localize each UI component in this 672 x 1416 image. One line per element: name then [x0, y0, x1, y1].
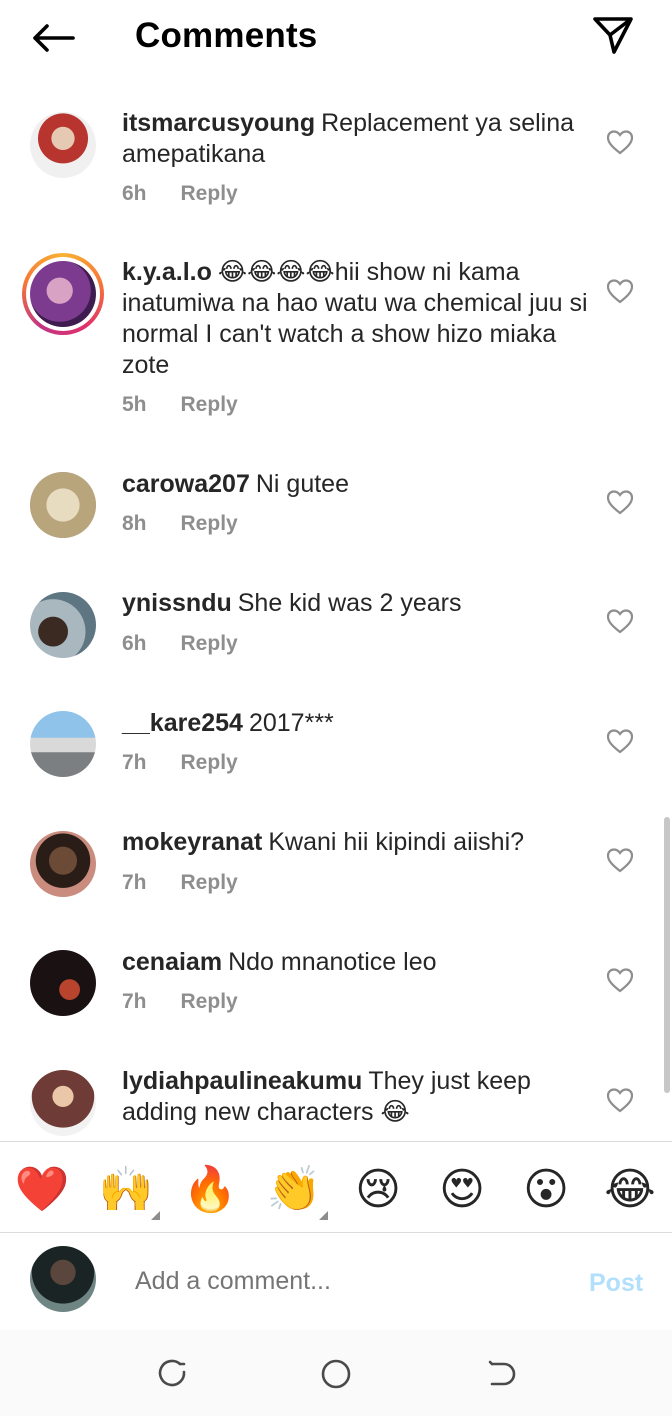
emoji-crying-button[interactable]: 😢 — [350, 1162, 406, 1218]
comment-meta: 6h Reply — [122, 182, 238, 206]
reply-button[interactable]: Reply — [181, 751, 238, 774]
reply-button[interactable]: Reply — [181, 632, 238, 655]
avatar[interactable] — [30, 950, 96, 1016]
emoji-heart-button[interactable]: ❤️ — [14, 1162, 70, 1218]
comment-time: 8h — [122, 512, 147, 535]
avatar[interactable] — [30, 112, 96, 178]
comment-body: Ni gutee — [255, 470, 349, 498]
avatar[interactable] — [30, 592, 96, 658]
heart-icon[interactable] — [605, 277, 635, 305]
comment-username[interactable]: carowa207 — [122, 470, 250, 498]
comment-time: 7h — [122, 871, 147, 894]
recent-apps-icon — [158, 1359, 186, 1387]
skin-tone-indicator-icon — [319, 1211, 328, 1220]
scrollbar[interactable] — [664, 817, 670, 1093]
heart-icon[interactable] — [605, 128, 635, 156]
emoji-reaction-bar: ❤️ 🙌 🔥 👏 😢 😍 😮 😂 — [0, 1141, 672, 1233]
comment-composer: Post — [0, 1234, 672, 1330]
post-button[interactable]: Post — [589, 1269, 643, 1298]
page-title: Comments — [135, 16, 318, 55]
heart-icon[interactable] — [605, 966, 635, 994]
emoji-raised-hands-glyph: 🙌 — [98, 1164, 154, 1215]
reply-button[interactable]: Reply — [181, 393, 238, 416]
reply-button[interactable]: Reply — [181, 990, 238, 1013]
comment-time: 5h — [122, 393, 147, 416]
comment-body: Kwani hii kipindi aiishi? — [268, 828, 525, 856]
comment-text: cenaiam Ndo mnanotice leo — [122, 947, 592, 978]
reply-button[interactable]: Reply — [181, 512, 238, 535]
emoji-clap-glyph: 👏 — [266, 1164, 322, 1215]
paper-plane-icon — [593, 17, 633, 54]
comment-time: 6h — [122, 632, 147, 655]
heart-icon[interactable] — [605, 488, 635, 516]
comment-text: itsmarcusyoung Replacement ya selina amep… — [122, 108, 592, 170]
comment-time: 6h — [122, 182, 147, 205]
comment-username[interactable]: lydiahpaulineakumu — [122, 1067, 362, 1095]
comment-text: mokeyranat Kwani hii kipindi aiishi? — [122, 827, 592, 858]
arrow-left-icon — [33, 24, 75, 52]
back-nav-icon — [488, 1360, 516, 1386]
comment-username[interactable]: itsmarcusyoung — [122, 109, 315, 137]
comment-meta: 7h Reply — [122, 751, 238, 775]
comment-text: k.y.a.l.o 😂😂😂😂hii show ni kama inatumiwa … — [122, 257, 592, 381]
comment-text: ynissndu She kid was 2 years — [122, 588, 592, 619]
back-nav-button[interactable] — [482, 1356, 518, 1392]
emoji-laughing-button[interactable]: 😂 — [602, 1162, 658, 1218]
home-button[interactable] — [318, 1356, 354, 1392]
header-bar: Comments — [0, 0, 672, 76]
reply-button[interactable]: Reply — [181, 182, 238, 205]
comment-time: 7h — [122, 751, 147, 774]
comment-username[interactable]: cenaiam — [122, 948, 222, 976]
comment-meta: 7h Reply — [122, 871, 238, 895]
reply-button[interactable]: Reply — [181, 871, 238, 894]
comment-body: She kid was 2 years — [237, 589, 462, 617]
emoji-heart-eyes-button[interactable]: 😍 — [434, 1162, 490, 1218]
skin-tone-indicator-icon — [151, 1211, 160, 1220]
comment-input[interactable] — [135, 1267, 555, 1296]
emoji-fire-button[interactable]: 🔥 — [182, 1162, 238, 1218]
heart-icon[interactable] — [605, 1086, 635, 1114]
recent-apps-button[interactable] — [154, 1356, 190, 1392]
avatar — [30, 261, 96, 327]
system-nav-bar — [0, 1330, 672, 1416]
comment-body: Ndo mnanotice leo — [228, 948, 437, 976]
comment-username[interactable]: ynissndu — [122, 589, 232, 617]
comment-meta: 7h Reply — [122, 990, 238, 1014]
emoji-clap-button[interactable]: 👏 — [266, 1162, 328, 1220]
comment-meta: 5h Reply — [122, 393, 238, 417]
comment-username[interactable]: __kare254 — [122, 709, 243, 737]
avatar[interactable] — [30, 711, 96, 777]
comment-meta: 6h Reply — [122, 632, 238, 656]
comment-text: __kare254 2017*** — [122, 708, 592, 739]
avatar — [30, 1246, 96, 1312]
avatar[interactable] — [30, 831, 96, 897]
comment-username[interactable]: k.y.a.l.o — [122, 258, 212, 286]
share-button[interactable] — [588, 12, 638, 58]
emoji-raised-hands-button[interactable]: 🙌 — [98, 1162, 160, 1220]
comment-text: lydiahpaulineakumu They just keep adding … — [122, 1066, 592, 1128]
avatar[interactable] — [30, 1070, 96, 1136]
comment-username[interactable]: mokeyranat — [122, 828, 262, 856]
home-circle-icon — [321, 1359, 351, 1389]
emoji-surprised-button[interactable]: 😮 — [518, 1162, 574, 1218]
comment-body: 2017*** — [248, 709, 334, 737]
avatar[interactable] — [30, 472, 96, 538]
heart-icon[interactable] — [605, 607, 635, 635]
back-button[interactable] — [28, 18, 78, 58]
comment-time: 7h — [122, 990, 147, 1013]
comments-list[interactable]: itsmarcusyoung Replacement ya selina amep… — [0, 76, 672, 1140]
avatar-story-ring[interactable] — [22, 253, 104, 335]
comment-text: carowa207 Ni gutee — [122, 469, 592, 500]
heart-icon[interactable] — [605, 846, 635, 874]
heart-icon[interactable] — [605, 727, 635, 755]
comment-meta: 8h Reply — [122, 512, 238, 536]
